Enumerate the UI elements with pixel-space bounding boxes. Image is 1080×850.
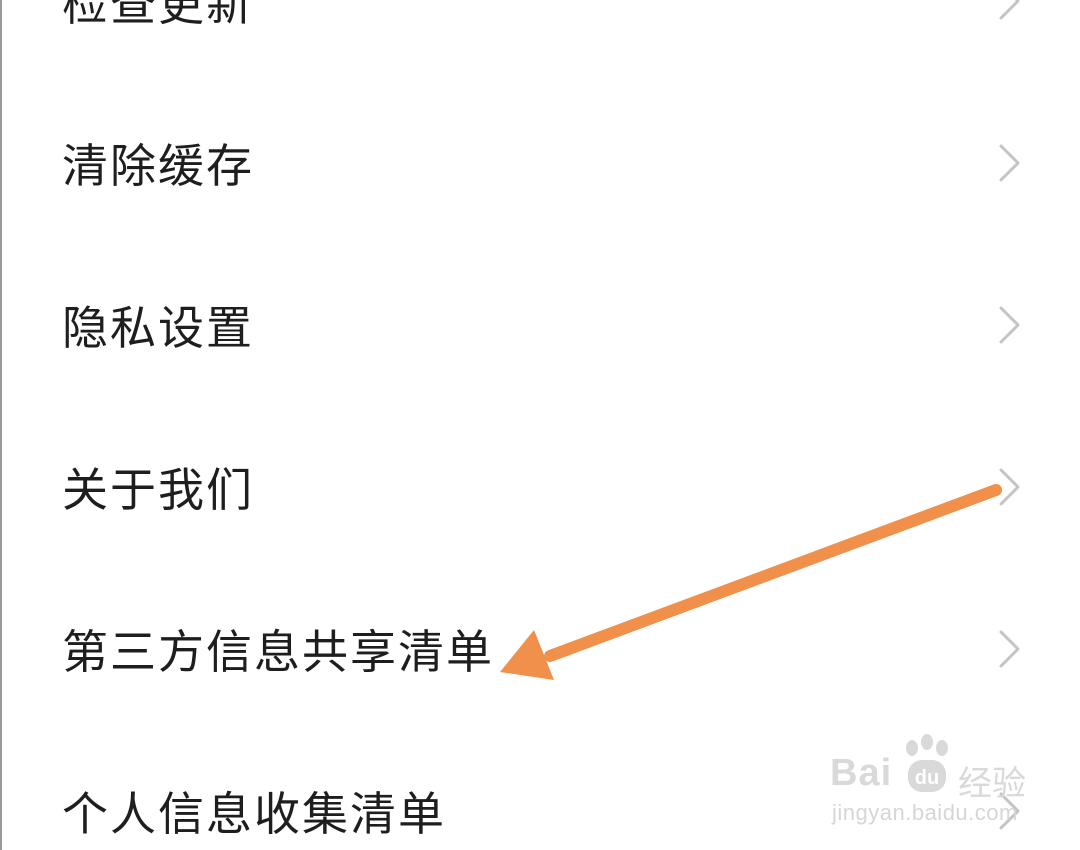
chevron-right-icon (996, 303, 1024, 347)
menu-item-privacy-settings[interactable]: 隐私设置 (2, 244, 1080, 406)
chevron-right-icon (996, 465, 1024, 509)
menu-item-label: 关于我们 (62, 463, 254, 517)
menu-item-label: 检查更新 (62, 0, 254, 31)
menu-item-third-party-sharing-list[interactable]: 第三方信息共享清单 (2, 568, 1080, 730)
baidu-watermark: Bai du 经验 jingyan.baidu.com (830, 732, 1050, 842)
chevron-right-icon (996, 627, 1024, 671)
settings-menu-list: 检查更新 清除缓存 隐私设置 关于我们 第三方信息共享清单 个人信息收集清单 (2, 0, 1080, 850)
menu-item-label: 个人信息收集清单 (62, 787, 446, 841)
watermark-url: jingyan.baidu.com (832, 800, 1018, 825)
svg-text:du: du (915, 767, 939, 789)
menu-item-label: 隐私设置 (62, 301, 254, 355)
paw-logo-icon: du (898, 734, 956, 800)
menu-item-clear-cache[interactable]: 清除缓存 (2, 82, 1080, 244)
menu-item-about-us[interactable]: 关于我们 (2, 406, 1080, 568)
watermark-brand: Bai (830, 752, 893, 794)
chevron-right-icon (996, 0, 1024, 23)
menu-item-label: 清除缓存 (62, 139, 254, 193)
chevron-right-icon (996, 141, 1024, 185)
menu-item-label: 第三方信息共享清单 (62, 625, 494, 679)
watermark-suffix: 经验 (958, 764, 1026, 804)
menu-item-check-update[interactable]: 检查更新 (2, 0, 1080, 82)
settings-screen: 检查更新 清除缓存 隐私设置 关于我们 第三方信息共享清单 个人信息收集清单 B… (0, 0, 1080, 850)
